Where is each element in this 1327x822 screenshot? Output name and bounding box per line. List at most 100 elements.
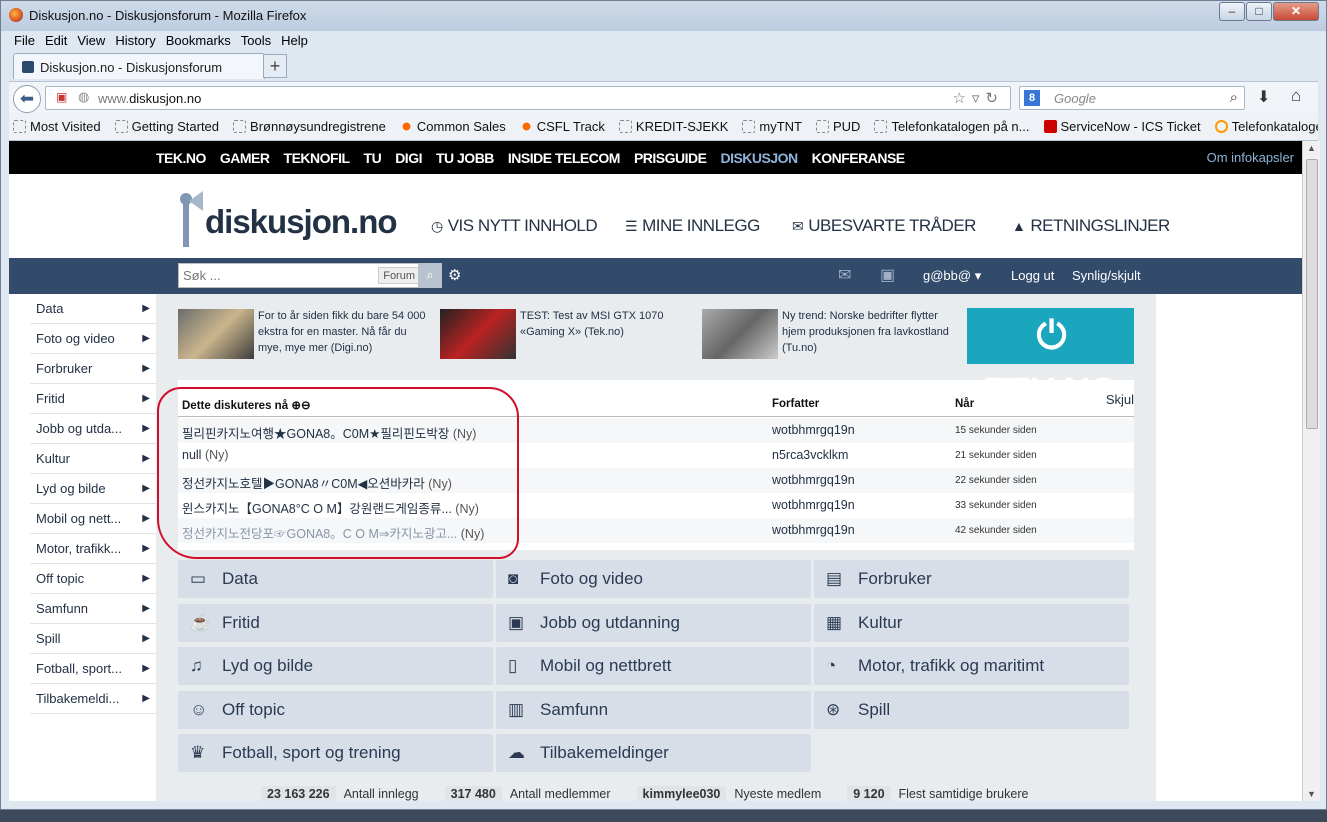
bookmark-telefonkatalogen-be[interactable]: Telefonkatalogen™ Be...: [1214, 119, 1318, 134]
sidebar-item[interactable]: Lyd og bilde ▶: [30, 474, 156, 504]
sidebar-item[interactable]: Kultur ▶: [30, 444, 156, 474]
network-link-tek-no[interactable]: TEK.NO: [156, 150, 206, 166]
category-tile[interactable]: ☺ Off topic: [178, 690, 493, 729]
menu-help[interactable]: Help: [276, 31, 313, 51]
sidebar-item[interactable]: Foto og video ▶: [30, 324, 156, 354]
menu-edit[interactable]: Edit: [40, 31, 72, 51]
category-tile[interactable]: ◔ Motor, trafikk og maritimt: [814, 647, 1129, 685]
forum-search-button[interactable]: ⌕: [418, 263, 442, 288]
news-item[interactable]: TEST: Test av MSI GTX 1070 «Gaming X» (T…: [418, 308, 668, 360]
category-tile[interactable]: ☁ Tilbakemeldinger: [496, 734, 811, 772]
unanswered-link[interactable]: ✉ UBESVARTE TRÅDER: [792, 216, 976, 236]
menu-view[interactable]: View: [72, 31, 110, 51]
category-tile[interactable]: ♛ Fotball, sport og trening: [178, 734, 493, 772]
category-tile[interactable]: ♫ Lyd og bilde: [178, 647, 493, 685]
bookmark-pud[interactable]: PUD: [815, 119, 860, 134]
sidebar-item[interactable]: Jobb og utda... ▶: [30, 414, 156, 444]
bookmark-servicenow[interactable]: ServiceNow - ICS Ticket: [1043, 119, 1201, 134]
site-header: diskusjon.no ◷ VIS NYTT INNHOLD ☰ MINE INN…: [9, 174, 1302, 258]
sidebar-item[interactable]: Mobil og nett... ▶: [30, 504, 156, 534]
sidebar-item[interactable]: Forbruker ▶: [30, 354, 156, 384]
inbox-icon[interactable]: ✉: [838, 265, 851, 285]
menu-bookmarks[interactable]: Bookmarks: [161, 31, 236, 51]
close-button[interactable]: ✕: [1273, 2, 1319, 21]
cookie-info-link[interactable]: Om infokapsler: [1207, 150, 1294, 165]
forum-search-input[interactable]: Søk ... Forum: [178, 263, 424, 288]
category-tile[interactable]: ▣ Jobb og utdanning: [496, 603, 811, 642]
category-tile[interactable]: ▭ Data: [178, 560, 493, 598]
sidebar-item[interactable]: Off topic ▶: [30, 564, 156, 594]
gear-icon[interactable]: ⚙: [448, 266, 461, 284]
category-tile[interactable]: ⊛ Spill: [814, 690, 1129, 729]
maximize-button[interactable]: □: [1246, 2, 1272, 21]
download-icon[interactable]: ⬇: [1257, 87, 1270, 107]
network-link-gamer[interactable]: GAMER: [220, 150, 270, 166]
sidebar-item[interactable]: Samfunn ▶: [30, 594, 156, 624]
network-link-inside-telecom[interactable]: INSIDE TELECOM: [508, 150, 621, 166]
bookmark-telefonkatalogen[interactable]: Telefonkatalogen på n...: [874, 119, 1030, 134]
bookmark-star-icon[interactable]: ☆▿↻: [952, 89, 1004, 107]
category-tile[interactable]: ◙ Foto og video: [496, 560, 811, 598]
tekno-banner[interactable]: ⏻ TEK.NO: [967, 308, 1134, 413]
category-tile[interactable]: ▥ Samfunn: [496, 690, 811, 729]
scroll-thumb[interactable]: [1306, 159, 1318, 429]
my-posts-link[interactable]: ☰ MINE INNLEGG: [625, 216, 760, 236]
menu-history[interactable]: History: [110, 31, 160, 51]
sidebar-item[interactable]: Motor, trafikk... ▶: [30, 534, 156, 564]
bookmark-common-sales[interactable]: Common Sales: [399, 119, 506, 134]
network-link-tu[interactable]: TU: [364, 150, 382, 166]
category-tile[interactable]: ▤ Forbruker: [814, 560, 1129, 598]
bookmark-csfl-track[interactable]: CSFL Track: [519, 119, 605, 134]
tab-diskusjon[interactable]: Diskusjon.no - Diskusjonsforum: [13, 53, 265, 79]
bookmark-bronnoysund[interactable]: Brønnøysundregistrene: [233, 119, 386, 134]
news-item[interactable]: Ny trend: Norske bedrifter flytter hjem …: [680, 308, 949, 360]
minimize-button[interactable]: –: [1219, 2, 1245, 21]
bookmark-getting-started[interactable]: Getting Started: [114, 119, 219, 134]
category-tile[interactable]: ▦ Kultur: [814, 603, 1129, 642]
network-link-tu-jobb[interactable]: TU JOBB: [436, 150, 494, 166]
menu-tools[interactable]: Tools: [236, 31, 276, 51]
page-scrollbar[interactable]: ▲ ▼: [1302, 141, 1320, 801]
guidelines-link[interactable]: ▲ RETNINGSLINJER: [1012, 216, 1170, 236]
new-content-link[interactable]: ◷ VIS NYTT INNHOLD: [431, 216, 598, 236]
author-link[interactable]: n5rca3vcklkm: [772, 448, 848, 462]
user-menu[interactable]: g@bb@ ▾: [923, 268, 981, 284]
network-link-prisguide[interactable]: PRISGUIDE: [634, 150, 707, 166]
sidebar-item[interactable]: Spill ▶: [30, 624, 156, 654]
author-link[interactable]: wotbhmrgq19n: [772, 523, 855, 537]
search-icon[interactable]: ⌕: [1230, 89, 1238, 106]
hide-link[interactable]: Skjul: [1106, 392, 1134, 407]
author-link[interactable]: wotbhmrgq19n: [772, 423, 855, 437]
bookmark-mytnt[interactable]: myTNT: [742, 119, 802, 134]
logout-link[interactable]: Logg ut: [1011, 268, 1054, 283]
sidebar-item[interactable]: Fotball, sport... ▶: [30, 654, 156, 684]
home-icon[interactable]: ⌂: [1291, 86, 1301, 106]
scroll-down-icon[interactable]: ▼: [1307, 789, 1316, 799]
search-bar[interactable]: 8 Google ⌕: [1019, 86, 1245, 110]
bookmark-kredit-sjekk[interactable]: KREDIT-SJEKK: [618, 119, 728, 134]
sidebar-item[interactable]: Tilbakemeldi... ▶: [30, 684, 156, 714]
sidebar-item[interactable]: Data ▶: [30, 294, 156, 324]
network-link-digi[interactable]: DIGI: [395, 150, 422, 166]
network-link-teknofil[interactable]: TEKNOFIL: [284, 150, 351, 166]
author-link[interactable]: wotbhmrgq19n: [772, 473, 855, 487]
newest-member-link[interactable]: kimmylee030: [636, 786, 727, 801]
category-tile[interactable]: ☕ Fritid: [178, 603, 493, 642]
news-item[interactable]: For to år siden fikk du bare 54 000 ekst…: [156, 308, 426, 360]
menu-file[interactable]: File: [9, 31, 40, 51]
new-tab-button[interactable]: +: [263, 54, 287, 78]
visibility-toggle[interactable]: Synlig/skjult: [1072, 268, 1141, 283]
category-label: Fritid: [222, 612, 260, 632]
scroll-up-icon[interactable]: ▲: [1307, 143, 1316, 153]
back-button[interactable]: ⬅: [13, 85, 41, 113]
category-tile[interactable]: ▯ Mobil og nettbrett: [496, 647, 811, 685]
notifications-icon[interactable]: ▣: [880, 265, 895, 285]
sidebar-item[interactable]: Fritid ▶: [30, 384, 156, 414]
search-scope-badge[interactable]: Forum: [378, 267, 420, 284]
network-link-diskusjon[interactable]: DISKUSJON: [720, 150, 798, 166]
address-bar[interactable]: ▣ ◍ www.diskusjon.no ☆▿↻: [45, 86, 1011, 110]
bookmark-most-visited[interactable]: Most Visited: [13, 119, 101, 134]
stat-label: Antall innlegg: [343, 787, 419, 801]
author-link[interactable]: wotbhmrgq19n: [772, 498, 855, 512]
network-link-konferanse[interactable]: KONFERANSE: [812, 150, 906, 166]
